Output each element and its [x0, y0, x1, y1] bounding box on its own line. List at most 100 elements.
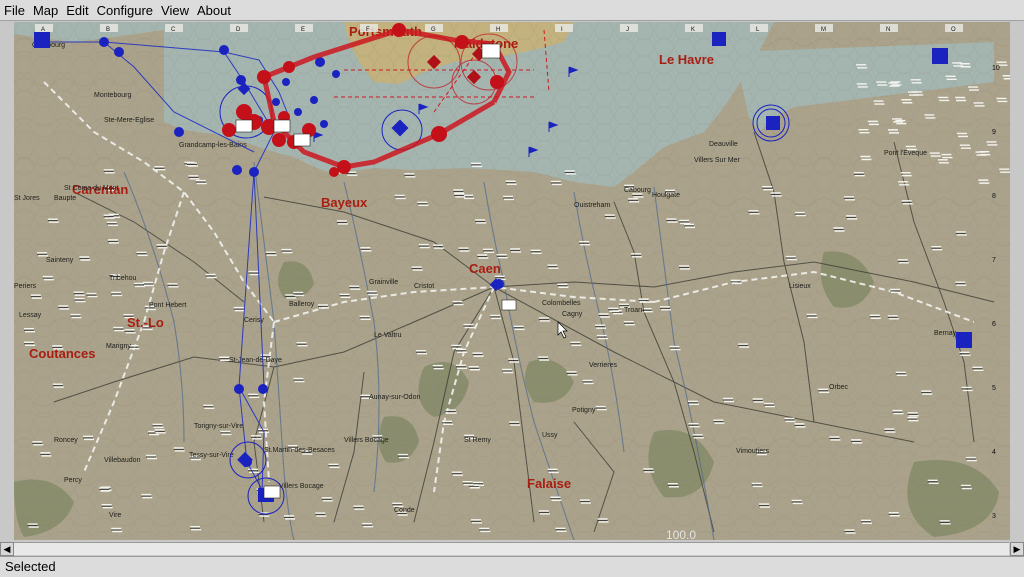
scroll-left-arrow[interactable]: ◀: [0, 542, 14, 556]
horizontal-scrollbar[interactable]: [14, 542, 1009, 555]
hex-terrain-marker: [101, 504, 113, 509]
hex-terrain-marker: [509, 421, 521, 426]
hex-terrain-marker: [360, 247, 372, 252]
hex-terrain-marker: [265, 251, 277, 256]
hex-terrain-marker: [40, 452, 52, 457]
hex-terrain-marker: [955, 231, 967, 236]
game-map[interactable]: Portsmouth Maidstone Le Havre Carentan Bayeu…: [14, 22, 1010, 540]
menu-file[interactable]: File: [0, 3, 29, 18]
hex-terrain-marker: [901, 200, 913, 205]
hex-terrain-marker: [829, 436, 841, 441]
hex-terrain-marker: [188, 175, 200, 180]
menu-map[interactable]: Map: [29, 3, 62, 18]
hex-terrain-marker: [411, 266, 423, 271]
hex-terrain-marker: [897, 259, 909, 264]
scroll-right-arrow[interactable]: ▶: [1010, 542, 1024, 556]
city-label: Vire: [109, 512, 121, 519]
hex-terrain-marker: [508, 358, 520, 363]
hex-terrain-marker: [203, 404, 215, 409]
hex-terrain-marker: [759, 503, 771, 508]
hex-terrain-marker: [452, 300, 464, 306]
hex-terrain-marker: [960, 484, 972, 490]
hex-terrain-marker: [52, 383, 64, 388]
hex-terrain-marker: [142, 281, 154, 287]
grid-row-label: 10: [992, 65, 1000, 72]
hex-terrain-marker: [106, 221, 118, 227]
city-label: Le Valtru: [374, 332, 402, 339]
hex-terrain-marker: [293, 291, 305, 297]
hex-terrain-marker: [959, 351, 971, 357]
hex-terrain-marker: [785, 255, 797, 261]
hex-terrain-marker: [315, 512, 327, 517]
hex-terrain-marker: [643, 468, 655, 473]
hex-terrain-marker: [669, 345, 681, 351]
hex-terrain-marker: [955, 281, 967, 286]
hex-terrain-marker: [362, 522, 374, 528]
hex-terrain-marker: [631, 253, 643, 258]
hex-terrain-marker: [317, 304, 329, 309]
hex-terrain-marker: [107, 239, 119, 244]
hex-terrain-marker: [890, 288, 902, 294]
hex-terrain-marker: [692, 434, 704, 439]
grid-row-label: 4: [992, 449, 996, 456]
hex-terrain-marker: [751, 482, 763, 488]
menu-edit[interactable]: Edit: [62, 3, 92, 18]
hex-terrain-marker: [136, 251, 148, 256]
hex-terrain-marker: [570, 341, 582, 346]
hex-terrain-marker: [748, 210, 760, 215]
map-canvas[interactable]: PortsmouthMaidstoneLe HavreCarentanBayeu…: [14, 22, 1010, 540]
city-label: Bayeux: [321, 195, 368, 210]
menu-configure[interactable]: Configure: [93, 3, 157, 18]
grid-column-label: O: [951, 27, 956, 33]
hex-terrain-marker: [972, 366, 984, 372]
city-label: Vimoutiers: [736, 448, 769, 455]
hex-terrain-marker: [846, 215, 858, 220]
hex-terrain-marker: [738, 343, 750, 348]
menu-view[interactable]: View: [157, 3, 193, 18]
city-label: Pont l'Eveque: [884, 150, 927, 157]
city-label: Villers Bocage: [344, 437, 389, 444]
hex-terrain-marker: [248, 393, 260, 399]
grid-column-label: G: [431, 27, 436, 33]
city-label: Tribehou: [109, 275, 136, 282]
hex-terrain-marker: [471, 162, 483, 168]
hex-terrain-marker: [248, 468, 260, 474]
hex-terrain-marker: [550, 180, 562, 186]
hex-terrain-marker: [133, 282, 145, 288]
hex-terrain-marker: [432, 364, 444, 370]
hex-terrain-marker: [404, 173, 416, 178]
hex-terrain-marker: [154, 166, 166, 171]
city-label: St Remy: [464, 437, 491, 444]
hex-terrain-marker: [451, 344, 463, 350]
hex-terrain-marker: [503, 195, 515, 201]
hex-terrain-marker: [453, 189, 465, 194]
city-label: Conde: [394, 507, 415, 514]
grid-column-label: J: [626, 27, 629, 33]
hex-terrain-marker: [939, 520, 951, 525]
grid-column-label: N: [886, 27, 890, 33]
hex-terrain-marker: [582, 379, 594, 385]
city-label: Falaise: [527, 476, 571, 491]
hex-terrain-marker: [79, 256, 91, 261]
hex-terrain-marker: [141, 493, 153, 499]
hex-terrain-marker: [37, 252, 49, 257]
hex-terrain-marker: [190, 525, 202, 531]
city-label: St.-Lo: [127, 315, 164, 330]
city-label: Colombelles: [542, 300, 581, 307]
hex-terrain-marker: [763, 402, 775, 408]
hex-terrain-marker: [853, 172, 865, 177]
city-label: Periers: [14, 283, 37, 290]
city-label: Bernay: [934, 330, 957, 337]
city-label: Sainteny: [46, 257, 74, 264]
city-label: St.Martin-des-Besaces: [264, 447, 335, 454]
hex-terrain-marker: [547, 264, 559, 269]
hex-terrain-marker: [869, 314, 881, 319]
menu-about[interactable]: About: [193, 3, 235, 18]
hex-terrain-marker: [505, 180, 517, 185]
hex-terrain-marker: [451, 471, 463, 476]
city-label: Marigny: [106, 343, 131, 350]
hex-terrain-marker: [156, 244, 168, 249]
hex-terrain-marker: [113, 326, 125, 332]
hex-terrain-marker: [723, 397, 735, 403]
hex-terrain-marker: [579, 499, 591, 504]
